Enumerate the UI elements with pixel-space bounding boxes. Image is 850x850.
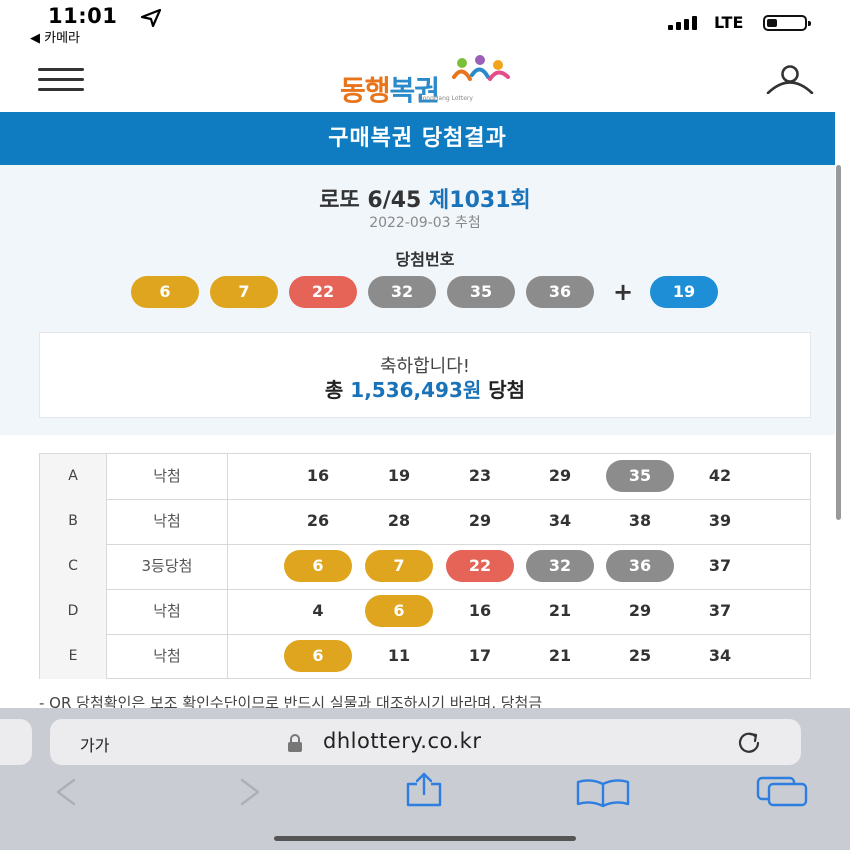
total-prize: 총 1,536,493원 당첨 [324, 378, 526, 402]
ticket-row: A 낙첨 16 19 23 29 35 42 [40, 454, 810, 500]
share-icon[interactable] [402, 772, 446, 808]
winning-numbers-label: 당첨번호 [395, 250, 455, 269]
ticket-number: 21 [548, 646, 572, 665]
ticket-number: 29 [628, 601, 652, 620]
cellular-signal-icon [668, 16, 704, 30]
url-text[interactable]: dhlottery.co.kr [323, 729, 481, 753]
hamburger-menu-icon[interactable] [38, 68, 84, 92]
ticket-row: C 3등당첨 6 7 22 32 36 37 [40, 544, 810, 590]
ticket-number: 11 [387, 646, 411, 665]
tabs-overview-icon[interactable] [755, 775, 809, 807]
bookmarks-book-icon[interactable] [575, 778, 631, 808]
ticket-number: 29 [548, 466, 572, 485]
round-number: 제1031회 [429, 188, 531, 213]
ticket-number: 25 [628, 646, 652, 665]
logo-text: 동행복권 [340, 74, 440, 107]
ticket-number-matched: 6 [284, 550, 352, 582]
winning-ball: 32 [368, 276, 436, 308]
ticket-letter: E [40, 634, 107, 679]
ticket-number-matched: 32 [526, 550, 594, 582]
ticket-letter: B [40, 499, 107, 544]
total-prize-amount: 1,536,493원 [350, 378, 482, 402]
draw-date: 2022-09-03 추첨 [369, 215, 481, 231]
status-time: 11:01 [48, 4, 118, 28]
battery-icon [763, 15, 811, 31]
page-scrollbar[interactable] [836, 165, 841, 520]
page-title-bar: 구매복권 당첨결과 [0, 112, 835, 165]
ticket-number: 37 [708, 556, 732, 575]
game-name: 로또 6/45 [319, 188, 422, 213]
ticket-number: 37 [708, 601, 732, 620]
ticket-number: 23 [468, 466, 492, 485]
ticket-number: 39 [708, 511, 732, 530]
ticket-number: 4 [312, 601, 324, 620]
network-type: LTE [714, 13, 744, 32]
back-to-camera-link[interactable]: ◀ 카메라 [30, 27, 80, 46]
ticket-number-matched: 22 [446, 550, 514, 582]
ticket-result: 낙첨 [107, 589, 228, 634]
ticket-result: 낙첨 [107, 499, 228, 544]
ticket-number: 42 [708, 466, 732, 485]
ticket-number: 21 [548, 601, 572, 620]
back-chevron-icon[interactable] [52, 777, 80, 807]
winning-ball: 7 [210, 276, 278, 308]
page-title: 구매복권 당첨결과 [328, 126, 507, 151]
ticket-result: 낙첨 [107, 454, 228, 499]
ticket-number: 34 [708, 646, 732, 665]
lock-icon [288, 734, 302, 752]
ticket-number-matched: 7 [365, 550, 433, 582]
winning-ball: 6 [131, 276, 199, 308]
ticket-letter: C [40, 544, 107, 589]
winning-ball: 35 [447, 276, 515, 308]
ticket-result: 3등당첨 [107, 544, 228, 589]
donghang-logo[interactable]: 동행복권 DongHang Lottery [340, 55, 515, 107]
ticket-number-matched: 35 [606, 460, 674, 492]
page-settings-button[interactable]: 가가 [80, 732, 109, 756]
winning-ball: 22 [289, 276, 357, 308]
ticket-result: 낙첨 [107, 634, 228, 679]
reload-icon[interactable] [733, 730, 765, 756]
home-indicator[interactable] [274, 836, 576, 841]
ticket-results-table: A 낙첨 16 19 23 29 35 42 B 낙첨 26 28 29 34 38 39 C 3등당첨 6 7 22 3… [39, 453, 811, 679]
ticket-number: 16 [468, 601, 492, 620]
ticket-number-matched: 36 [606, 550, 674, 582]
lotto-round-title: 로또 6/45 제1031회 [0, 182, 850, 214]
bonus-ball: 19 [650, 276, 718, 308]
ticket-letter: A [40, 454, 107, 499]
logo-subtitle: DongHang Lottery [418, 95, 473, 102]
user-account-icon[interactable] [765, 64, 815, 94]
ticket-number-matched: 6 [284, 640, 352, 672]
forward-chevron-icon[interactable] [236, 777, 264, 807]
ticket-number: 17 [468, 646, 492, 665]
ticket-number-matched: 6 [365, 595, 433, 627]
ticket-number: 29 [468, 511, 492, 530]
ticket-number: 16 [306, 466, 330, 485]
bonus-plus-sign: + [612, 278, 634, 306]
ticket-number: 28 [387, 511, 411, 530]
previous-tab-edge[interactable] [0, 719, 32, 765]
ticket-row: D 낙첨 4 6 16 21 29 37 [40, 589, 810, 635]
logo-figures-icon [452, 55, 510, 81]
ticket-number: 34 [548, 511, 572, 530]
location-arrow-icon [140, 9, 162, 27]
ticket-number: 19 [387, 466, 411, 485]
ticket-number: 38 [628, 511, 652, 530]
ticket-letter: D [40, 589, 107, 634]
ticket-number: 26 [306, 511, 330, 530]
ticket-row: B 낙첨 26 28 29 34 38 39 [40, 499, 810, 545]
winning-ball: 36 [526, 276, 594, 308]
ticket-row: E 낙첨 6 11 17 21 25 34 [40, 634, 810, 679]
